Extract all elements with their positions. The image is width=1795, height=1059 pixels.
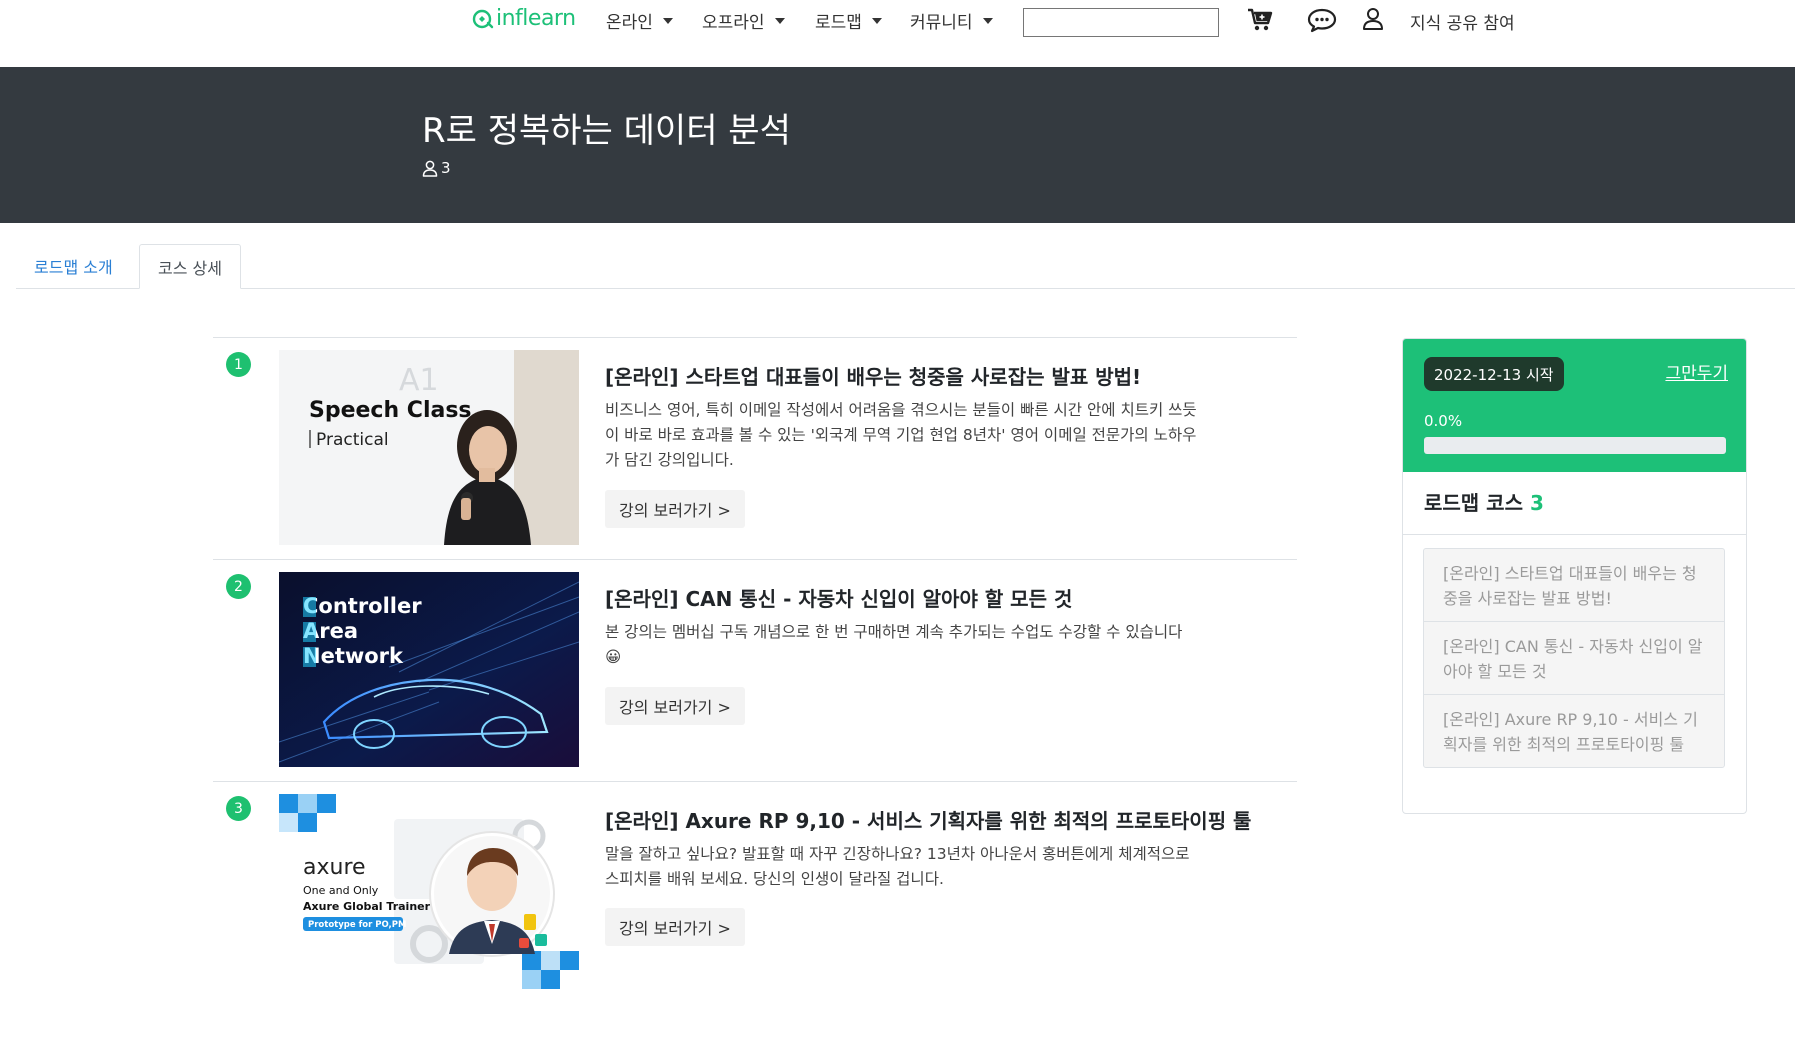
roadmap-course-count: 3 — [1529, 491, 1544, 515]
tab-course-detail[interactable]: 코스 상세 — [139, 244, 241, 289]
course-description: 말을 잘하고 싶나요? 발표할 때 자꾸 긴장하나요? 13년차 아나운서 홍버… — [605, 842, 1285, 892]
course-title[interactable]: [온라인] Axure RP 9,10 - 서비스 기획자를 위한 최적의 프로… — [605, 805, 1295, 834]
course-description: 비즈니스 영어, 특히 이메일 작성에서 어려움을 겪으시는 분들이 빠른 시간… — [605, 398, 1285, 473]
search-input[interactable] — [1023, 8, 1219, 37]
course-description-line: 스피치를 배워 보세요. 당신의 인생이 달라질 겁니다. — [605, 870, 944, 888]
divider — [1403, 534, 1746, 535]
logo-text: inflearn — [496, 6, 576, 31]
course-description-line: 이 바로 바로 효과를 볼 수 있는 '외국계 무역 기업 현업 8년차' 영어… — [605, 426, 1197, 444]
course-item: 2 Controller Area Network [온라인] CAN 통신 -… — [213, 559, 1297, 781]
roadmap-course-item[interactable]: [온라인] 스타트업 대표들이 배우는 청중을 사로잡는 발표 방법! — [1424, 549, 1724, 621]
course-item: 3 axure One and Only Axure Global Traine… — [213, 781, 1297, 1003]
course-item: 1 A1 Speech Class Practical [온라인] 스타트업 대… — [213, 337, 1297, 559]
thumb-line2: Axure Global Trainer — [303, 900, 431, 913]
progress-bar — [1424, 437, 1726, 454]
share-knowledge-link[interactable]: 지식 공유 참여 — [1410, 9, 1515, 34]
thumb-line1: One and Only — [303, 884, 379, 897]
nav-menu-community[interactable]: 커뮤니티 — [910, 8, 993, 33]
roadmap-course-list: [온라인] 스타트업 대표들이 배우는 청중을 사로잡는 발표 방법! [온라인… — [1423, 548, 1725, 768]
thumb-line1: Controller — [303, 594, 422, 618]
course-description-line: 비즈니스 영어, 특히 이메일 작성에서 어려움을 겪으시는 분들이 빠른 시간… — [605, 401, 1197, 419]
roadmap-progress-card: 2022-12-13 시작 그만두기 0.0% 로드맵 코스 3 [온라인] 스… — [1402, 338, 1747, 814]
chat-icon[interactable] — [1307, 7, 1337, 37]
nav-menu-community-label: 커뮤니티 — [910, 13, 973, 33]
person-icon — [422, 160, 438, 177]
tab-roadmap-intro[interactable]: 로드맵 소개 — [16, 244, 131, 288]
view-course-button[interactable]: 강의 보러가기 > — [605, 908, 745, 946]
nav-menu-offline-label: 오프라인 — [702, 13, 765, 33]
view-course-button[interactable]: 강의 보러가기 > — [605, 687, 745, 725]
course-description-line: 😀 — [605, 648, 622, 666]
nav-menu-roadmap[interactable]: 로드맵 — [815, 8, 882, 33]
top-navbar: inflearn 온라인 오프라인 로드맵 커뮤니티 지식 공유 참여 — [0, 0, 1795, 67]
course-description-line: 말을 잘하고 싶나요? 발표할 때 자꾸 긴장하나요? 13년차 아나운서 홍버… — [605, 845, 1190, 863]
inflearn-logo[interactable]: inflearn — [472, 6, 576, 31]
course-thumbnail[interactable]: axure One and Only Axure Global Trainer … — [279, 794, 579, 989]
nav-menu-offline[interactable]: 오프라인 — [702, 8, 785, 33]
caret-down-icon — [774, 17, 785, 24]
caret-down-icon — [871, 17, 882, 24]
course-list: 1 A1 Speech Class Practical [온라인] 스타트업 대… — [213, 337, 1297, 1003]
caret-down-icon — [982, 17, 993, 24]
course-thumbnail[interactable]: A1 Speech Class Practical — [279, 350, 579, 545]
thumb-tag: Prototype for PO,PM — [308, 920, 406, 930]
roadmap-course-heading: 로드맵 코스 3 — [1424, 487, 1544, 516]
thumb-brand: axure — [303, 855, 366, 880]
tab-bar: 로드맵 소개 코스 상세 — [16, 244, 1795, 289]
quit-roadmap-link[interactable]: 그만두기 — [1665, 359, 1728, 384]
course-title[interactable]: [온라인] CAN 통신 - 자동차 신입이 알아야 할 모든 것 — [605, 583, 1295, 612]
course-number-badge: 2 — [226, 574, 251, 599]
course-description: 본 강의는 멤버십 구독 개념으로 한 번 구매하면 계속 추가되는 수업도 수… — [605, 620, 1285, 670]
progress-header: 2022-12-13 시작 그만두기 0.0% — [1403, 339, 1746, 472]
member-count-value: 3 — [441, 159, 451, 177]
roadmap-hero: R로 정복하는 데이터 분석 3 — [0, 67, 1795, 223]
member-count: 3 — [422, 159, 451, 177]
nav-menu-online-label: 온라인 — [606, 13, 653, 33]
course-number-badge: 1 — [226, 352, 251, 377]
course-thumbnail[interactable]: Controller Area Network — [279, 572, 579, 767]
course-description-line: 본 강의는 멤버십 구독 개념으로 한 번 구매하면 계속 추가되는 수업도 수… — [605, 623, 1183, 641]
roadmap-course-item[interactable]: [온라인] CAN 통신 - 자동차 신입이 알아야 할 모든 것 — [1424, 621, 1724, 694]
nav-menu-roadmap-label: 로드맵 — [815, 13, 862, 33]
roadmap-course-item[interactable]: [온라인] Axure RP 9,10 - 서비스 기획자를 위한 최적의 프로… — [1424, 694, 1724, 767]
caret-down-icon — [662, 17, 673, 24]
inflearn-logo-icon — [472, 9, 494, 28]
course-description-line: 가 담긴 강의입니다. — [605, 451, 734, 469]
start-date-badge: 2022-12-13 시작 — [1424, 357, 1564, 391]
thumb-line2: Practical — [316, 430, 389, 450]
cart-icon[interactable] — [1247, 8, 1273, 36]
user-icon[interactable] — [1362, 7, 1384, 35]
course-number-badge: 3 — [226, 796, 251, 821]
page-title: R로 정복하는 데이터 분석 — [422, 111, 791, 151]
roadmap-course-heading-label: 로드맵 코스 — [1424, 491, 1523, 515]
progress-percent: 0.0% — [1424, 412, 1463, 430]
nav-menu-online[interactable]: 온라인 — [606, 8, 673, 33]
course-title[interactable]: [온라인] 스타트업 대표들이 배우는 청중을 사로잡는 발표 방법! — [605, 361, 1295, 390]
thumb-line1: Speech Class — [309, 398, 472, 423]
view-course-button[interactable]: 강의 보러가기 > — [605, 490, 745, 528]
thumb-line3: Network — [303, 644, 404, 668]
thumb-watermark: A1 — [399, 363, 439, 398]
